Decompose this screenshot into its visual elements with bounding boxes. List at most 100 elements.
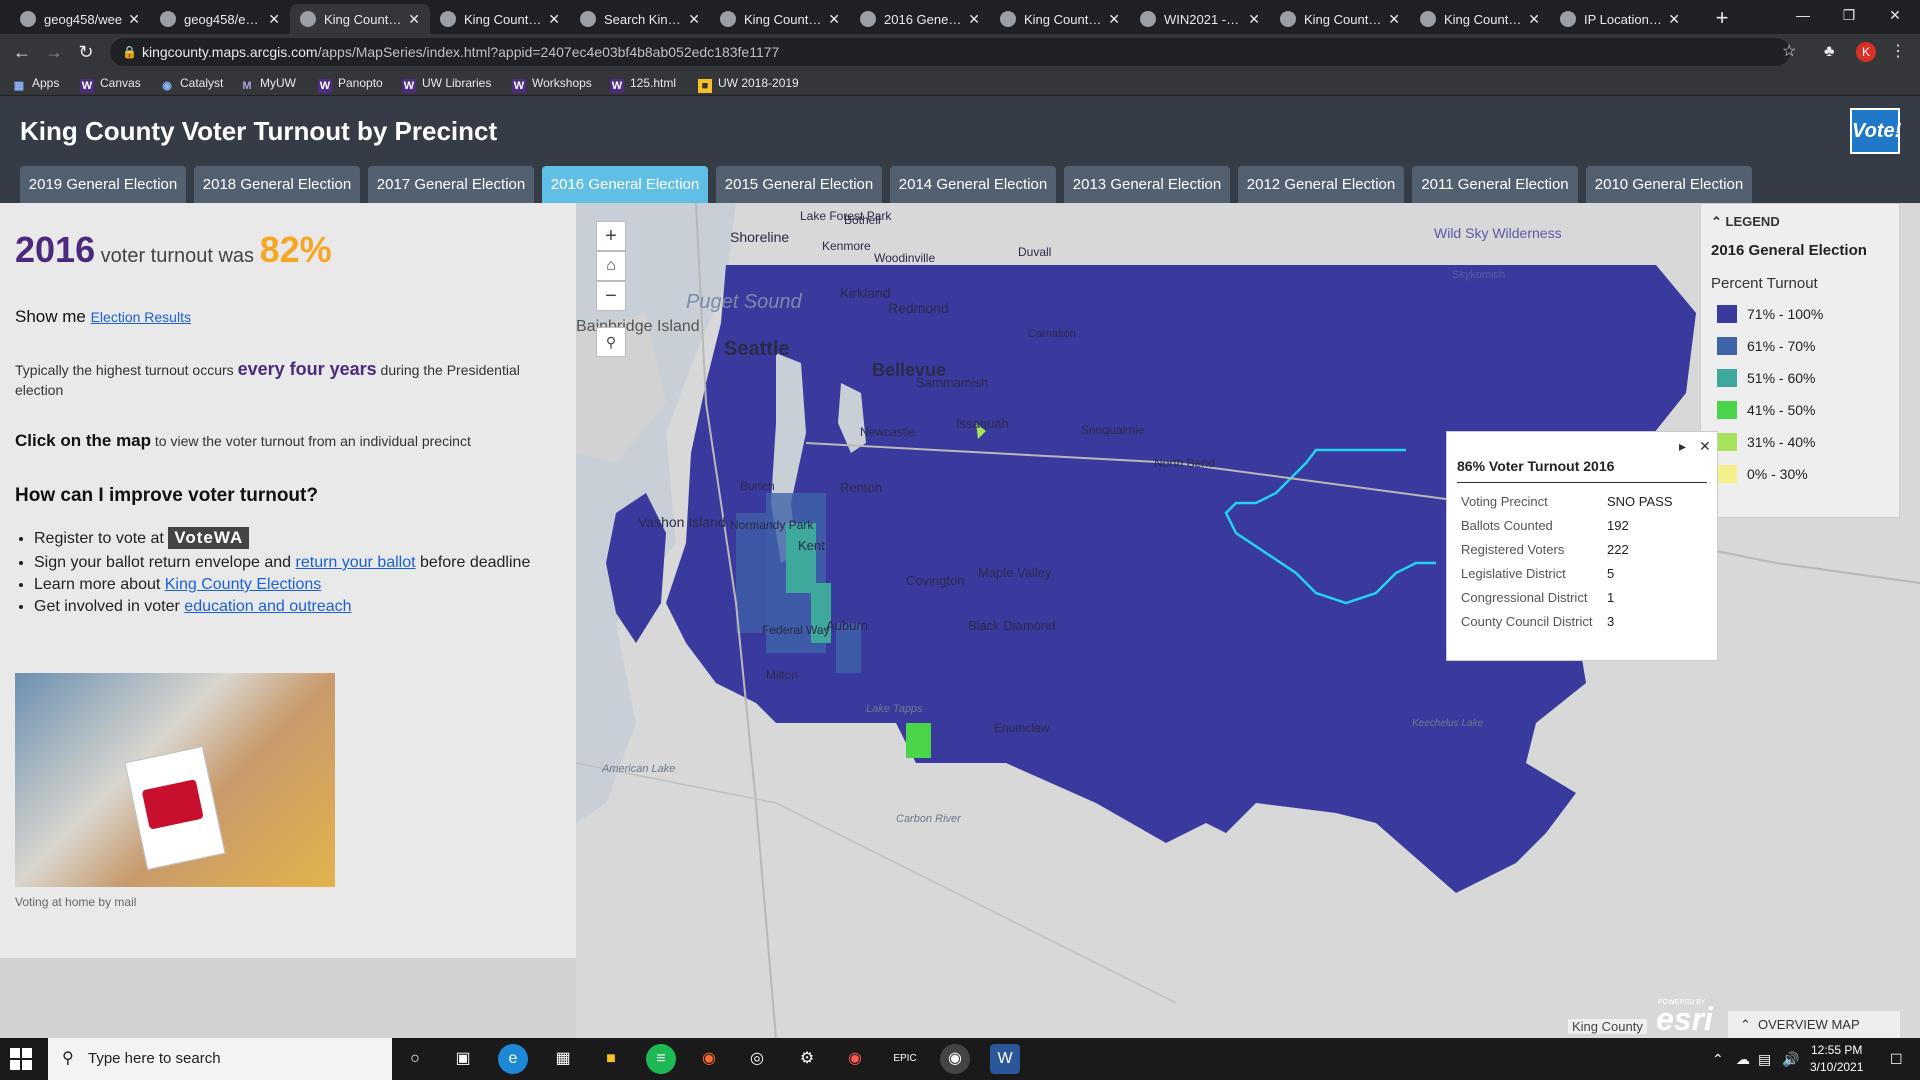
store-icon[interactable]: ▦ (548, 1044, 578, 1074)
browser-tab[interactable]: King County G ✕ (990, 4, 1130, 34)
return-ballot-link[interactable]: return your ballot (296, 554, 416, 571)
file-explorer-icon[interactable]: ■ (596, 1044, 626, 1074)
discord-icon[interactable]: ◉ (840, 1044, 870, 1074)
epic-games-icon[interactable]: EPIC (890, 1044, 920, 1074)
bookmark-canvas[interactable]: W Canvas (80, 74, 141, 93)
legend-header[interactable]: ⌃ LEGEND (1711, 214, 1889, 230)
restore-button[interactable]: ❐ (1826, 0, 1872, 32)
tab-election[interactable]: 2010 General Election (1586, 166, 1752, 203)
browser-tab[interactable]: King County V ✕ (290, 4, 430, 34)
overview-map-toggle[interactable]: ⌃ OVERVIEW MAP (1728, 1011, 1900, 1038)
close-window-button[interactable]: ✕ (1872, 0, 1918, 32)
tab-election[interactable]: 2015 General Election (716, 166, 882, 203)
reload-icon[interactable]: ↻ (72, 38, 100, 66)
chrome-icon[interactable]: ◉ (940, 1044, 970, 1074)
close-tab-icon[interactable]: ✕ (408, 11, 420, 28)
browser-tab[interactable]: King County V ✕ (1410, 4, 1550, 34)
app-title: King County Voter Turnout by Precinct (20, 116, 498, 146)
close-tab-icon[interactable]: ✕ (828, 11, 840, 28)
steam-icon[interactable]: ⚙ (792, 1044, 822, 1074)
bookmark-myuw[interactable]: M MyUW (240, 74, 296, 92)
tab-election[interactable]: 2016 General Election (542, 166, 708, 203)
map-label-redmond: Redmond (888, 300, 949, 316)
map-attribution: King County (1568, 1019, 1647, 1034)
edge-icon[interactable]: e (498, 1044, 528, 1074)
word-icon[interactable]: W (990, 1044, 1020, 1074)
notification-icon[interactable]: ☐ (1890, 1038, 1903, 1080)
cloud-icon[interactable]: ☁ (1736, 1038, 1750, 1080)
info-panel: 2016 voter turnout was 82% Show me Elect… (0, 203, 576, 958)
task-view-icon[interactable]: ▣ (448, 1044, 478, 1074)
popup-close-icon[interactable]: ✕ (1699, 438, 1711, 455)
popup-next-icon[interactable]: ▸ (1679, 438, 1686, 455)
close-tab-icon[interactable]: ✕ (268, 11, 280, 28)
close-tab-icon[interactable]: ✕ (1388, 11, 1400, 28)
map-label-renton: Renton (840, 480, 882, 495)
spotify-icon[interactable]: ≡ (646, 1044, 676, 1074)
profile-avatar[interactable]: K (1856, 42, 1876, 62)
back-arrow-icon[interactable]: ← (8, 38, 36, 66)
popup-row-label: Registered Voters (1461, 542, 1565, 557)
forward-arrow-icon[interactable]: → (40, 38, 68, 66)
browser-tab[interactable]: King County V ✕ (1270, 4, 1410, 34)
obs-icon[interactable]: ◎ (742, 1044, 772, 1074)
tab-election[interactable]: 2017 General Election (368, 166, 534, 203)
browser-tab[interactable]: 2016 General ✕ (850, 4, 990, 34)
close-tab-icon[interactable]: ✕ (1248, 11, 1260, 28)
origin-icon[interactable]: ◉ (694, 1044, 724, 1074)
kebab-menu-icon[interactable]: ⋮ (1890, 38, 1906, 66)
map-label-black-diamond: Black Diamond (968, 618, 1056, 633)
browser-tab[interactable]: IP Location Fi ✕ (1550, 4, 1690, 34)
map-label-sammamish: Sammamish (916, 375, 989, 390)
browser-tab[interactable]: geog458/essa ✕ (150, 4, 290, 34)
tab-election[interactable]: 2014 General Election (890, 166, 1056, 203)
tab-election[interactable]: 2011 General Election (1412, 166, 1578, 203)
new-tab-button[interactable]: + (1708, 4, 1736, 32)
close-tab-icon[interactable]: ✕ (1528, 11, 1540, 28)
browser-tab[interactable]: geog458/wee ✕ (10, 4, 150, 34)
king-county-elections-link[interactable]: King County Elections (165, 576, 322, 593)
bookmark-catalyst[interactable]: ◉ Catalyst (160, 74, 223, 92)
system-clock[interactable]: 12:55 PM 3/10/2021 (1810, 1042, 1863, 1076)
bookmark-panopto[interactable]: W Panopto (318, 74, 383, 93)
tab-election[interactable]: 2013 General Election (1064, 166, 1230, 203)
close-tab-icon[interactable]: ✕ (688, 11, 700, 28)
search-icon[interactable]: ⚲ (596, 327, 626, 357)
cortana-icon[interactable]: ○ (400, 1044, 430, 1074)
close-tab-icon[interactable]: ✕ (1108, 11, 1120, 28)
bookmark-workshops[interactable]: W Workshops (512, 74, 592, 93)
bookmark-uw-2018-2019[interactable]: ■ UW 2018-2019 (698, 74, 799, 93)
tray-chevron-icon[interactable]: ⌃ (1712, 1038, 1724, 1080)
tab-election[interactable]: 2012 General Election (1238, 166, 1404, 203)
browser-tab[interactable]: WIN2021 - Go ✕ (1130, 4, 1270, 34)
election-results-link[interactable]: Election Results (91, 309, 191, 325)
education-outreach-link[interactable]: education and outreach (184, 598, 351, 615)
home-icon[interactable]: ⌂ (596, 251, 626, 281)
close-tab-icon[interactable]: ✕ (1668, 11, 1680, 28)
browser-tab[interactable]: Search King C ✕ (570, 4, 710, 34)
address-bar[interactable]: 🔒 kingcounty.maps.arcgis.com/apps/MapSer… (110, 38, 1790, 66)
list-item: Learn more about King County Elections (34, 574, 554, 596)
folder-icon: ■ (698, 79, 712, 93)
volume-icon[interactable]: 🔊 (1782, 1038, 1799, 1080)
bookmark-star-icon[interactable]: ☆ (1782, 38, 1796, 66)
browser-tab[interactable]: King County G ✕ (710, 4, 850, 34)
votewa-badge[interactable]: VoteWA (168, 527, 250, 549)
close-tab-icon[interactable]: ✕ (548, 11, 560, 28)
taskbar-search-input[interactable]: ⚲ Type here to search (48, 1038, 392, 1080)
tab-election[interactable]: 2018 General Election (194, 166, 360, 203)
zoom-out-button[interactable]: − (596, 281, 626, 311)
tab-election[interactable]: 2019 General Election (20, 166, 186, 203)
zoom-in-button[interactable]: + (596, 221, 626, 251)
browser-tab[interactable]: King County V ✕ (430, 4, 570, 34)
network-icon[interactable]: ▤ (1758, 1038, 1771, 1080)
windows-start-icon[interactable] (10, 1048, 32, 1070)
map-label-kirkland: Kirkland (840, 285, 891, 301)
close-tab-icon[interactable]: ✕ (968, 11, 980, 28)
minimize-button[interactable]: — (1780, 0, 1826, 32)
close-tab-icon[interactable]: ✕ (128, 11, 140, 28)
extensions-puzzle-icon[interactable]: ♣ (1824, 38, 1835, 66)
bookmark-apps[interactable]: ▦ Apps (12, 74, 60, 92)
bookmark-125-html[interactable]: W 125.html (610, 74, 676, 93)
bookmark-uw-libraries[interactable]: W UW Libraries (402, 74, 491, 93)
